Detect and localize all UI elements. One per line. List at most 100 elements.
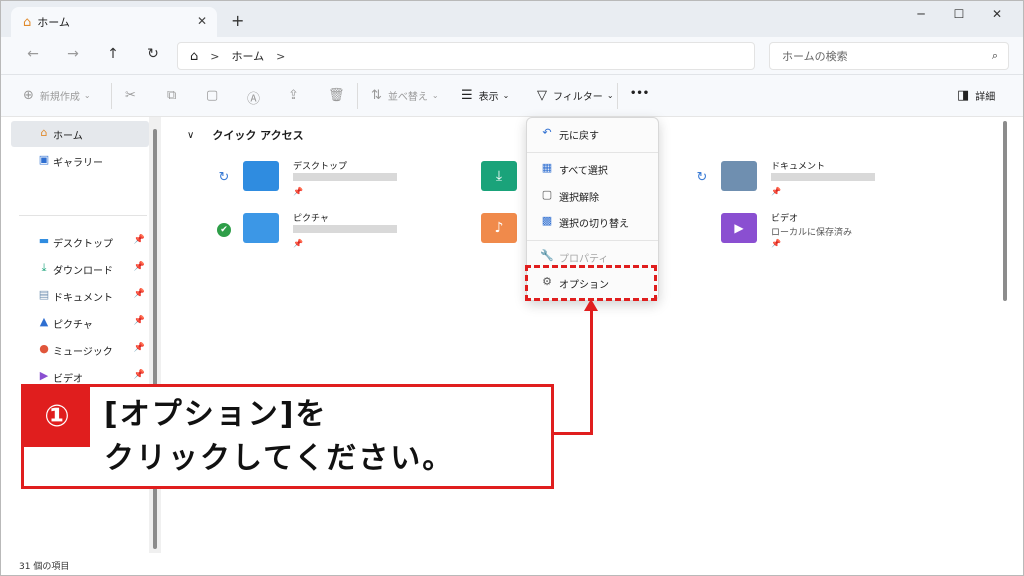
gallery-icon: ▣ (38, 153, 50, 166)
close-window-button[interactable]: ✕ (977, 7, 1017, 21)
instruction-callout: ① [オプション]を クリックしてください。 (21, 384, 554, 489)
main-scrollbar[interactable] (1003, 121, 1007, 301)
tab-label: ホーム (37, 16, 70, 29)
sidebar-item-downloads[interactable]: ⤓ ダウンロード 📌 (11, 256, 149, 282)
instruction-line-2: クリックしてください。 (104, 441, 455, 476)
breadcrumb[interactable]: ホーム (231, 48, 264, 64)
home-icon: ⌂ (23, 14, 32, 30)
tab-home[interactable]: ⌂ ホーム ✕ (11, 7, 217, 37)
pin-icon: 📌 (771, 239, 781, 248)
folder-tile-documents[interactable]: ↻ ドキュメント 📌 (695, 159, 895, 203)
music-icon: ● (39, 342, 49, 355)
chevron-down-icon[interactable]: ∨ (187, 130, 194, 141)
sidebar-item-gallery[interactable]: ▣ ギャラリー (11, 148, 149, 174)
sidebar-item-music[interactable]: ● ミュージック 📌 (11, 337, 149, 363)
documents-folder-icon (721, 161, 757, 191)
menu-item-label: 選択解除 (559, 192, 599, 204)
folder-name: ビデオ (771, 214, 799, 224)
chevron-down-icon: ⌄ (606, 91, 614, 100)
folder-tile-desktop[interactable]: ↻ デスクトップ 📌 (217, 159, 417, 203)
new-tab-button[interactable]: + (231, 11, 244, 30)
folder-subtitle: ローカルに保存済み (771, 228, 853, 238)
back-button[interactable]: ← (21, 46, 45, 62)
share-button[interactable]: ⇪ (288, 88, 305, 103)
new-label: 新規作成 (39, 92, 80, 103)
sidebar-item-home[interactable]: ⌂ ホーム (11, 121, 149, 147)
step-number: ① (24, 387, 90, 447)
rename-button[interactable]: Ⓐ (247, 88, 266, 107)
pin-icon[interactable]: 📌 (134, 343, 145, 353)
sidebar-item-label: ダウンロード (53, 265, 113, 277)
download-icon: ⤓ (41, 261, 47, 274)
menu-item-label: すべて選択 (559, 165, 608, 177)
forward-button[interactable]: → (61, 46, 85, 62)
search-placeholder: ホームの検索 (782, 50, 848, 63)
maximize-button[interactable]: ☐ (939, 7, 979, 21)
details-label: 詳細 (975, 92, 996, 103)
new-button[interactable]: ⊕ 新規作成 ⌄ (23, 88, 91, 103)
close-tab-icon[interactable]: ✕ (197, 14, 207, 28)
pin-icon: 📌 (771, 187, 781, 196)
pin-icon[interactable]: 📌 (134, 316, 145, 326)
folder-tile-pictures[interactable]: ✔ ピクチャ 📌 (217, 211, 417, 255)
paste-button[interactable]: ▢ (206, 88, 224, 103)
more-options-button[interactable]: ••• (630, 88, 649, 99)
view-button[interactable]: ☰ 表示 ⌄ (461, 88, 509, 103)
pin-icon[interactable]: 📌 (134, 262, 145, 272)
videos-folder-icon: ▶ (721, 213, 757, 243)
filter-icon: ▽ (537, 88, 547, 103)
section-title: クイック アクセス (212, 129, 304, 142)
divider (19, 215, 147, 216)
sort-label: 並べ替え (387, 92, 428, 103)
document-icon: ▤ (38, 288, 50, 301)
desktop-icon: ▬ (38, 234, 50, 247)
up-button[interactable]: ↑ (101, 46, 125, 62)
video-icon: ▶ (39, 369, 49, 382)
sidebar-item-documents[interactable]: ▤ ドキュメント 📌 (11, 283, 149, 309)
navigation-bar: ← → ↑ ↻ ⌂ > ホーム > ホームの検索 ⌕ (1, 37, 1023, 75)
clipboard-icon: ▢ (206, 88, 219, 103)
minimize-button[interactable]: ─ (901, 7, 941, 21)
folder-path-redacted (293, 225, 397, 233)
rename-icon: Ⓐ (247, 92, 261, 107)
title-bar: ⌂ ホーム ✕ + ─ ☐ ✕ (1, 1, 1023, 37)
sort-button[interactable]: ⇅ 並べ替え ⌄ (371, 88, 439, 103)
address-bar[interactable]: ⌂ > ホーム > (177, 42, 755, 70)
cut-button[interactable]: ✂ (125, 88, 142, 103)
details-button[interactable]: ◨ 詳細 (957, 88, 995, 103)
folder-tile-videos[interactable]: ▶ ビデオ ローカルに保存済み 📌 (695, 211, 895, 255)
menu-item-undo[interactable]: ↶ 元に戻す (531, 122, 655, 146)
desktop-folder-icon (243, 161, 279, 191)
refresh-button[interactable]: ↻ (141, 46, 165, 62)
pin-icon: 📌 (293, 187, 303, 196)
instruction-text: [オプション]を クリックしてください。 (104, 393, 454, 481)
pin-icon[interactable]: 📌 (134, 235, 145, 245)
menu-item-select-none[interactable]: ▢ 選択解除 (531, 184, 655, 208)
sidebar-item-desktop[interactable]: ▬ デスクトップ 📌 (11, 229, 149, 255)
search-input[interactable]: ホームの検索 ⌕ (769, 42, 1009, 70)
chevron-down-icon: ⌄ (502, 91, 510, 100)
plus-circle-icon: ⊕ (23, 88, 34, 103)
copy-button[interactable]: ⧉ (167, 88, 182, 103)
wrench-icon: 🔧 (540, 249, 554, 262)
trash-icon: 🗑 (328, 88, 345, 103)
sidebar-item-pictures[interactable]: ▲ ピクチャ 📌 (11, 310, 149, 336)
command-bar: ⊕ 新規作成 ⌄ ✂ ⧉ ▢ Ⓐ ⇪ 🗑 ⇅ 並べ替え ⌄ ☰ 表示 ⌄ ▽ フ… (1, 75, 1023, 117)
filter-label: フィルター (553, 92, 603, 103)
divider (527, 240, 658, 241)
filter-button[interactable]: ▽ フィルター ⌄ (537, 88, 614, 103)
menu-item-select-all[interactable]: ▦ すべて選択 (531, 157, 655, 181)
sidebar-item-label: ドキュメント (53, 292, 113, 304)
pin-icon[interactable]: 📌 (134, 289, 145, 299)
pictures-icon: ▲ (39, 315, 49, 328)
quick-access-header[interactable]: ∨ クイック アクセス (187, 127, 304, 143)
menu-item-invert-selection[interactable]: ▩ 選択の切り替え (531, 210, 655, 234)
sidebar-item-label: ピクチャ (53, 319, 93, 331)
home-icon: ⌂ (40, 126, 48, 139)
undo-icon: ↶ (542, 126, 552, 139)
pin-icon[interactable]: 📌 (134, 370, 145, 380)
scissors-icon: ✂ (125, 88, 136, 103)
delete-button[interactable]: 🗑 (328, 88, 351, 103)
view-list-icon: ☰ (461, 88, 473, 103)
sidebar-item-label: ギャラリー (53, 157, 103, 169)
